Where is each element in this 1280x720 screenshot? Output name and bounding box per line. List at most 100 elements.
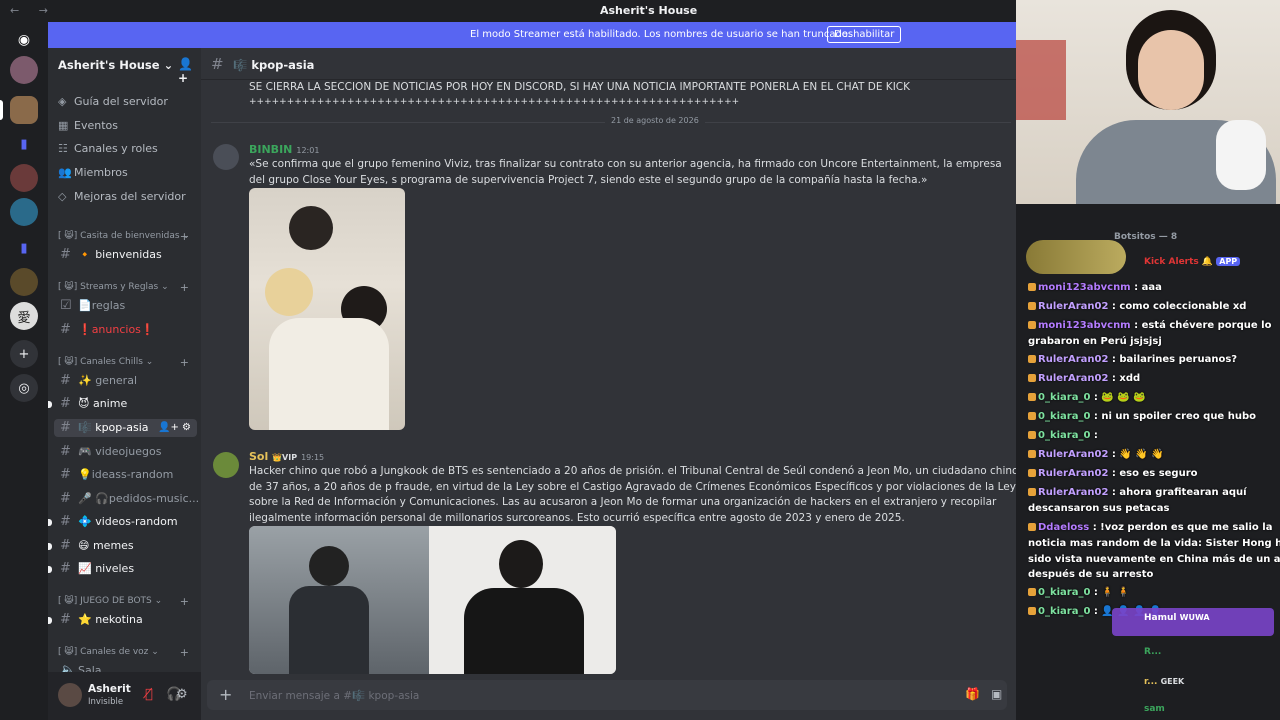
avatar[interactable] <box>213 452 239 478</box>
disable-button[interactable]: Deshabilitar <box>827 26 902 43</box>
server-icon-4[interactable] <box>10 268 38 296</box>
avatar[interactable] <box>213 144 239 170</box>
hash-icon: # <box>60 612 71 627</box>
gif-icon[interactable]: ▣ <box>991 687 1002 701</box>
chat-username[interactable]: 0_kiara_0 <box>1038 606 1090 617</box>
member-kick-alerts[interactable]: Kick Alerts 🔔 APP <box>1144 257 1241 267</box>
message-composer[interactable]: + Enviar mensaje a #🎼 kpop-asia 🎁 ▣ <box>207 680 1007 710</box>
nav-events[interactable]: ▦ Eventos <box>58 119 118 132</box>
chat-message: sido vista nuevamente en China más de un… <box>1028 554 1280 565</box>
channel-anuncios[interactable]: # ❗anuncios❗ <box>54 321 197 339</box>
channel-anime[interactable]: # 😈 anime <box>48 395 197 413</box>
channel-videojuegos[interactable]: # 🎮 videojuegos <box>54 443 197 461</box>
member-hamul[interactable]: Hamul WUWA <box>1144 613 1210 623</box>
chat-username[interactable]: 0_kiara_0 <box>1038 392 1090 403</box>
chat-username[interactable]: RulerAran02 <box>1038 468 1108 479</box>
category-chills[interactable]: [ 😸] Canales Chills ⌄ + <box>58 356 193 369</box>
message-author[interactable]: Sol 👑VIP 19:15 <box>249 450 324 463</box>
discord-home-icon[interactable]: ◉ <box>10 26 38 54</box>
gift-icon[interactable]: 🎁 <box>965 687 980 701</box>
guide-icon: ◈ <box>58 95 67 108</box>
chat-message: : aaa <box>1134 282 1162 293</box>
chat-username[interactable]: RulerAran02 <box>1038 487 1108 498</box>
chat-message: : !voz perdon es que me salio la <box>1092 522 1273 533</box>
chat-line: 0_kiara_0 : ni un spoiler creo que hubo <box>1028 409 1256 425</box>
chat-username[interactable]: RulerAran02 <box>1038 449 1108 460</box>
image-figure <box>265 268 313 316</box>
server-icon-3[interactable] <box>10 198 38 226</box>
chat-username[interactable]: 0_kiara_0 <box>1038 411 1090 422</box>
member-r1[interactable]: R... <box>1144 647 1161 657</box>
nav-arrows-icon[interactable]: ← → <box>10 4 56 17</box>
image-figure <box>499 540 543 588</box>
avatar[interactable] <box>58 683 82 707</box>
category-bots[interactable]: [ 😸] JUEGO DE BOTS ⌄ + <box>58 595 193 608</box>
chat-username[interactable]: moni123abvcnm <box>1038 320 1131 331</box>
webcam-person-face <box>1138 30 1204 110</box>
member-r2[interactable]: r... GEEK <box>1144 677 1184 687</box>
nav-roles[interactable]: ☷ Canales y roles <box>58 142 158 155</box>
server-icon-2[interactable] <box>10 164 38 192</box>
category-casita[interactable]: [ 😸] Casita de bienvenidas ⌄ + <box>58 230 193 243</box>
folder-icon-2[interactable]: ▮ <box>10 234 38 262</box>
plus-icon[interactable]: + <box>219 685 232 704</box>
avatar-server-dm[interactable] <box>10 56 38 84</box>
channel-ideass-random[interactable]: # 💡ideass-random <box>54 466 197 484</box>
channel-general[interactable]: # ✨ general <box>54 372 197 390</box>
channel-sala[interactable]: 🔈 Sala <box>54 662 197 672</box>
channel-reglas[interactable]: ☑ 📄reglas <box>54 297 197 315</box>
chat-line: grabaron en Perú jsjsjsj <box>1028 334 1162 350</box>
chat-area: # 🎼 kpop-asia SE CIERRA LA SECCION DE NO… <box>201 48 1016 720</box>
server-header[interactable]: Asherit's House ⌄ 👤+ <box>58 57 198 85</box>
chat-badge-icon <box>1028 355 1036 363</box>
add-channel-icon[interactable]: + <box>180 230 189 243</box>
chat-username[interactable]: moni123abvcnm <box>1038 282 1131 293</box>
hash-icon: # <box>60 514 71 529</box>
channel-memes[interactable]: # 😄 memes <box>48 537 197 555</box>
nav-members[interactable]: 👥 Miembros <box>58 166 128 179</box>
attached-image-news[interactable] <box>249 526 616 674</box>
plus-line: ++++++++++++++++++++++++++++++++++++++++… <box>249 97 739 107</box>
category-streams[interactable]: [ 😸] Streams y Reglas ⌄ + <box>58 281 193 294</box>
attached-image-viviz[interactable] <box>249 188 405 430</box>
channel-niveles[interactable]: # 📈 niveles <box>48 560 197 578</box>
channel-nekotina[interactable]: # ⭐ nekotina <box>48 611 197 629</box>
message-author[interactable]: BINBIN 12:01 <box>249 143 319 156</box>
server-asherits-house[interactable] <box>10 96 38 124</box>
category-voz[interactable]: [ 😸] Canales de voz ⌄ + <box>58 646 193 659</box>
add-server-icon[interactable]: + <box>10 340 38 368</box>
chat-username[interactable]: RulerAran02 <box>1038 373 1108 384</box>
channel-pedidos-music[interactable]: # 🎤 🎧pedidos-music... <box>54 490 199 508</box>
chat-username[interactable]: 0_kiara_0 <box>1038 430 1090 441</box>
nav-guide[interactable]: ◈ Guía del servidor <box>58 95 168 108</box>
date-divider-label: 21 de agosto de 2026 <box>605 116 705 125</box>
add-channel-icon[interactable]: + <box>180 281 189 294</box>
nav-boosts[interactable]: ◇ Mejoras del servidor <box>58 190 186 203</box>
add-channel-icon[interactable]: + <box>180 595 189 608</box>
mute-mic-icon[interactable]: 🎙̸ <box>145 687 153 702</box>
add-channel-icon[interactable]: + <box>180 646 189 659</box>
explore-icon[interactable]: ◎ <box>10 374 38 402</box>
message-time: 19:15 <box>301 453 325 462</box>
message-time: 12:01 <box>296 146 320 155</box>
chat-username[interactable]: 0_kiara_0 <box>1038 587 1090 598</box>
member-sam[interactable]: sam <box>1144 704 1165 714</box>
background-poster <box>1016 40 1066 120</box>
folder-icon[interactable]: ▮ <box>10 130 38 158</box>
channel-videos-random[interactable]: # 💠 videos-random <box>48 513 197 531</box>
user-status: Invisible <box>88 697 124 707</box>
chat-username[interactable]: RulerAran02 <box>1038 354 1108 365</box>
server-icon-5[interactable]: 愛 <box>10 302 38 330</box>
chat-line: 0_kiara_0 : 🧍 🧍 <box>1028 585 1130 601</box>
chat-message: grabaron en Perú jsjsjsj <box>1028 336 1162 347</box>
add-channel-icon[interactable]: + <box>180 356 189 369</box>
invite-icon[interactable]: 👤+ <box>178 57 198 85</box>
channel-bienvenidas[interactable]: # 🔸 bienvenidas <box>54 246 197 264</box>
hash-icon: # <box>60 444 71 459</box>
settings-gear-icon[interactable]: 👤+ ⚙ <box>158 419 191 437</box>
channel-kpop-asia[interactable]: # 🎼 kpop-asia 👤+ ⚙ <box>54 419 197 437</box>
settings-gear-icon[interactable]: ⚙ <box>176 687 188 702</box>
message-input[interactable]: Enviar mensaje a #🎼 kpop-asia <box>249 689 419 702</box>
chat-username[interactable]: RulerAran02 <box>1038 301 1108 312</box>
chat-username[interactable]: Ddaeloss <box>1038 522 1089 533</box>
